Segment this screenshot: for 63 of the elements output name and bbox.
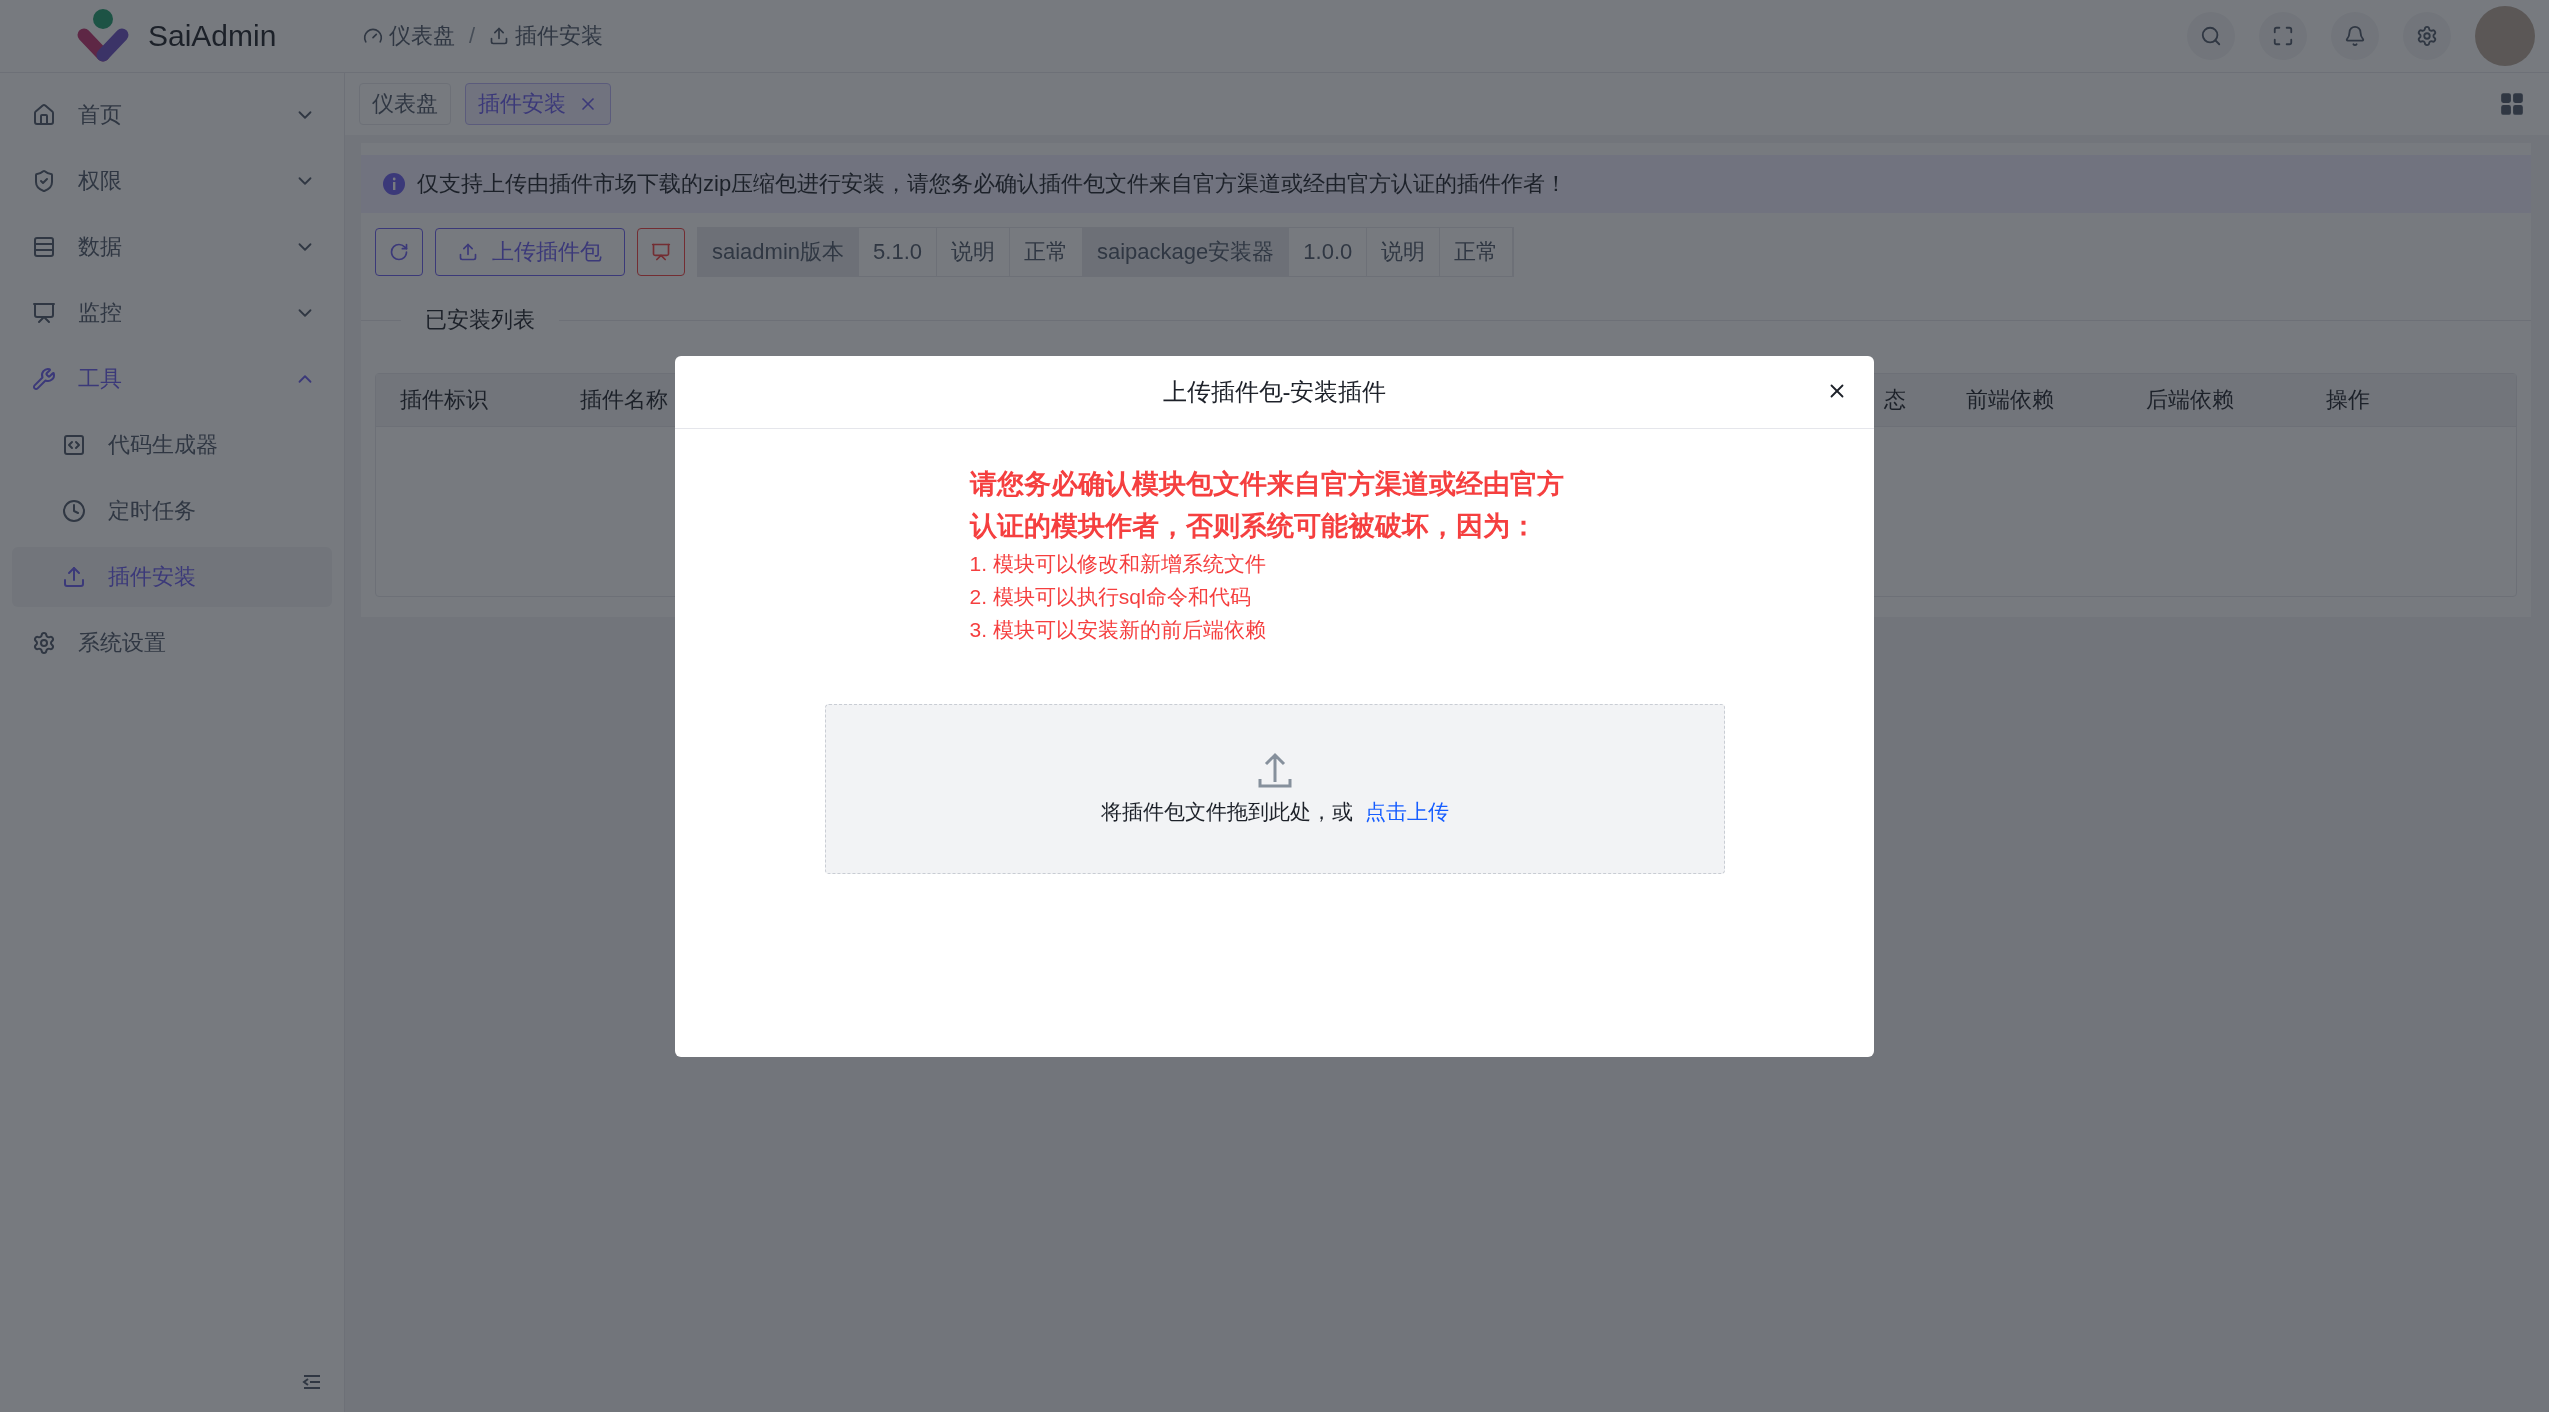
column-header: 插件标识 [400, 386, 489, 414]
refresh-button[interactable] [375, 228, 423, 276]
app-name: SaiAdmin [148, 19, 277, 53]
grid-icon[interactable] [2499, 91, 2525, 117]
sidebar-item[interactable]: 首页 [12, 85, 332, 145]
page-tab[interactable]: 插件安装 [465, 83, 611, 125]
breadcrumb-item[interactable]: 插件安装 [515, 21, 604, 51]
sidebar-subitem[interactable]: 定时任务 [12, 481, 332, 541]
info-label: saipackage安装器 [1083, 228, 1290, 276]
menu-icon [62, 499, 86, 523]
menu-icon [32, 169, 56, 193]
upload-dropzone[interactable]: 将插件包文件拖到此处，或 点击上传 [824, 704, 1725, 874]
monitor-icon [651, 242, 671, 262]
upload-icon [1257, 752, 1292, 788]
column-header: 前端依赖 [1966, 386, 2055, 414]
menu-icon [62, 433, 86, 457]
column-header: 操作 [2326, 386, 2371, 414]
upload-icon [489, 26, 510, 46]
sidebar-item[interactable]: 权限 [12, 151, 332, 211]
dropzone-text: 将插件包文件拖到此处，或 [1100, 799, 1353, 825]
gauge-icon [363, 26, 383, 46]
settings-button[interactable] [2403, 12, 2451, 60]
sidebar-subitem[interactable]: 代码生成器 [12, 415, 332, 475]
search-icon [2200, 25, 2222, 47]
menu-icon [32, 631, 56, 655]
menu-icon [32, 367, 56, 391]
breadcrumb-item[interactable]: 仪表盘 [389, 21, 455, 51]
fullscreen-button[interactable] [2259, 12, 2307, 60]
sidebar-item[interactable]: 数据 [12, 217, 332, 277]
info-label: saiadmin版本 [698, 228, 860, 276]
sidebar-item[interactable]: 系统设置 [12, 613, 332, 673]
bell-icon [2344, 25, 2366, 47]
section-title: 已安装列表 [425, 306, 535, 334]
settings-icon [2416, 25, 2438, 47]
monitor-button[interactable] [637, 228, 685, 276]
warning-reason: 2. 模块可以执行sql命令和代码 [969, 584, 1252, 610]
info-icon [383, 173, 405, 195]
column-header: 后端依赖 [2146, 386, 2235, 414]
page-tab[interactable]: 仪表盘 [359, 83, 451, 125]
sidebar-item[interactable]: 监控 [12, 283, 332, 343]
sidebar-item[interactable]: 工具 [12, 349, 332, 409]
upload-button[interactable]: 上传插件包 [435, 228, 625, 276]
menu-icon [32, 301, 56, 325]
menu-icon [32, 235, 56, 259]
user-avatar[interactable] [2475, 6, 2535, 66]
warning-reason: 3. 模块可以安装新的前后端依赖 [969, 617, 1267, 643]
search-button[interactable] [2187, 12, 2235, 60]
collapse-menu-icon[interactable] [302, 1374, 322, 1390]
dialog-title: 上传插件包-安装插件 [1162, 377, 1387, 407]
menu-icon [32, 103, 56, 127]
refresh-icon [389, 242, 409, 262]
fullscreen-icon [2272, 25, 2294, 47]
column-header: 态 [1884, 386, 1907, 414]
warning-reason: 1. 模块可以修改和新增系统文件 [969, 551, 1267, 577]
sidebar-subitem[interactable]: 插件安装 [12, 547, 332, 607]
column-header: 插件名称 [580, 386, 669, 414]
breadcrumb-separator: / [469, 23, 476, 49]
upload-icon [458, 242, 478, 262]
alert-text: 仅支持上传由插件市场下载的zip压缩包进行安装，请您务必确认插件包文件来自官方渠道或经由官方认证的插件作者！ [417, 170, 1568, 198]
menu-icon [62, 565, 86, 589]
warning-text: 请您务必确认模块包文件来自官方渠道或经由官方认证的模块作者，否则系统可能被破坏，因为： [969, 468, 1565, 543]
upload-link[interactable]: 点击上传 [1364, 798, 1449, 826]
notification-button[interactable] [2331, 12, 2379, 60]
